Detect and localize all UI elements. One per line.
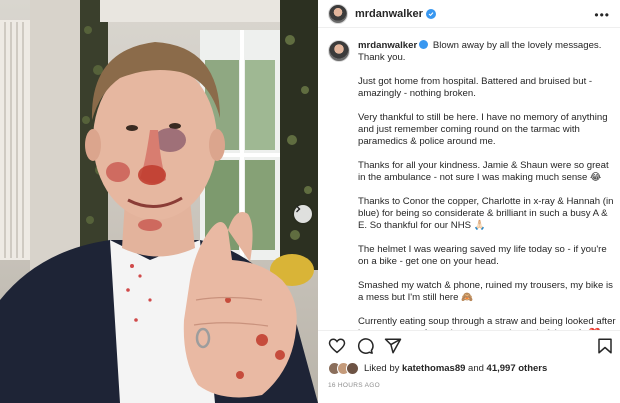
share-icon[interactable] (384, 337, 402, 355)
caption-paragraph: Thanks to Conor the copper, Charlotte in… (358, 196, 614, 231)
caption-avatar[interactable] (328, 40, 350, 62)
first-liker-link[interactable]: katethomas89 (402, 363, 465, 374)
likes-and: and (468, 363, 484, 374)
caption-text: mrdanwalker Blown away by all the lovely… (358, 40, 616, 352)
likes-prefix: Liked by (364, 363, 400, 374)
caption-username[interactable]: mrdanwalker (358, 40, 417, 51)
heart-icon[interactable] (328, 337, 346, 355)
comment-icon[interactable] (356, 337, 374, 355)
caption-paragraph: Very thankful to still be here. I have n… (358, 112, 608, 147)
post-panel: mrdanwalker ••• mrdanwalker Blown away b… (318, 0, 620, 403)
post-actions: Liked by katethomas89 and 41,997 others … (318, 330, 620, 403)
chevron-right-icon (296, 205, 301, 213)
caption-paragraph: mrdanwalker Blown away by all the lovely… (358, 40, 602, 63)
avatar[interactable] (328, 3, 348, 24)
caption-paragraph: Just got home from hospital. Battered an… (358, 76, 593, 99)
other-likes-link[interactable]: 41,997 others (487, 363, 548, 374)
next-photo-button[interactable] (294, 205, 312, 223)
post-timestamp[interactable]: 16 HOURS AGO (328, 382, 380, 389)
caption-paragraph: Smashed my watch & phone, ruined my trou… (358, 280, 613, 303)
bookmark-icon[interactable] (596, 337, 614, 355)
liker-avatars (328, 362, 359, 375)
selfie-image (0, 0, 318, 403)
post-photo[interactable] (0, 0, 318, 403)
action-icons (328, 337, 402, 355)
verified-badge-icon (419, 40, 429, 49)
avatar[interactable] (346, 362, 359, 375)
caption-paragraph: Thanks for all your kindness. Jamie & Sh… (358, 160, 609, 183)
more-options-icon[interactable]: ••• (594, 8, 610, 22)
likes-summary: Liked by katethomas89 and 41,997 others (328, 362, 547, 375)
header-username[interactable]: mrdanwalker (355, 8, 423, 20)
caption-block: mrdanwalker Blown away by all the lovely… (328, 40, 618, 352)
post-header: mrdanwalker ••• (318, 0, 620, 28)
caption-paragraph: The helmet I was wearing saved my life t… (358, 244, 607, 267)
verified-badge-icon (425, 8, 436, 19)
